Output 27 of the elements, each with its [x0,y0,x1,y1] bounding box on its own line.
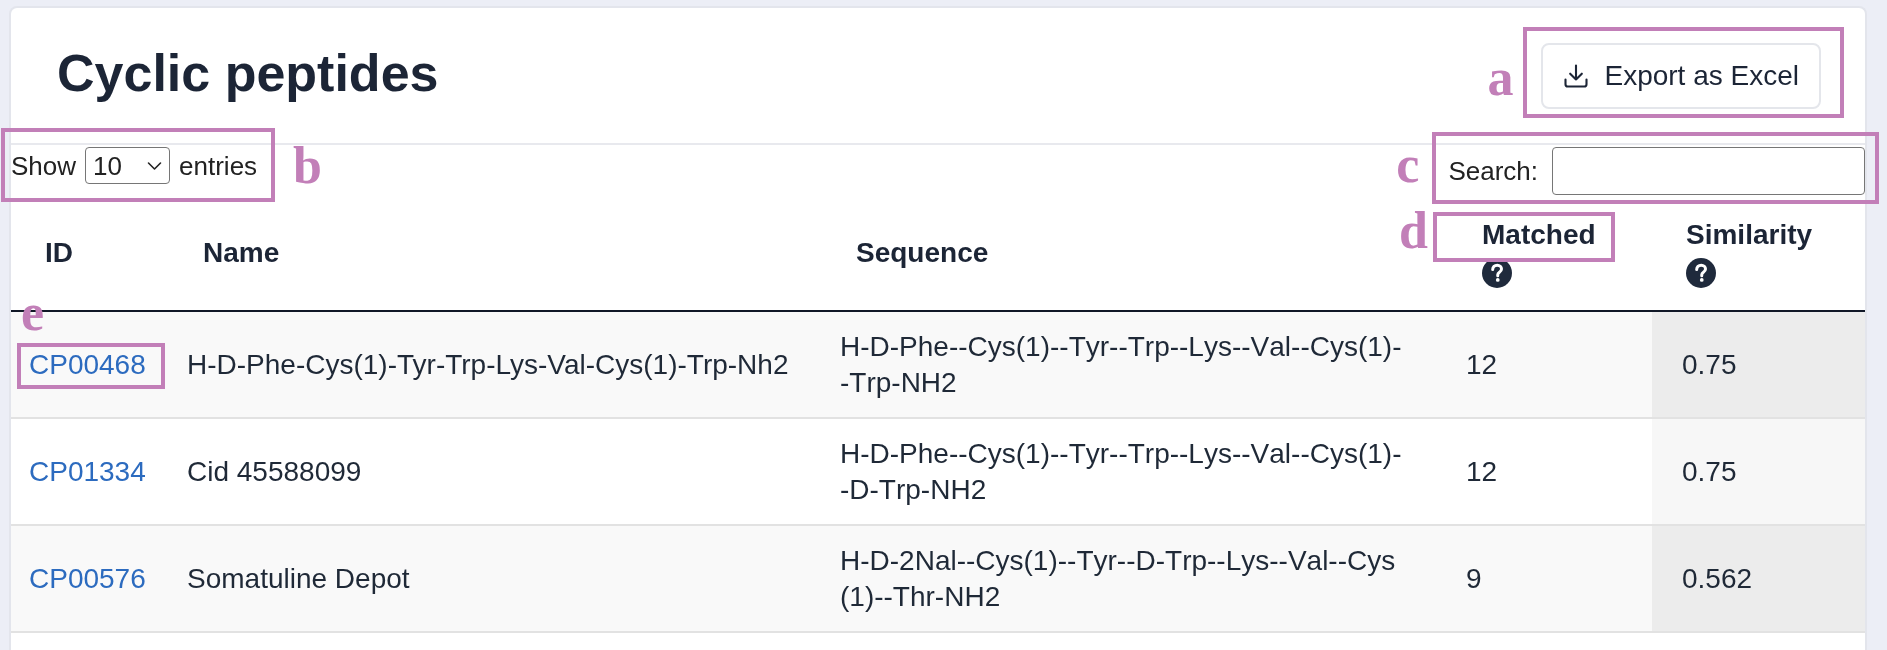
column-header[interactable]: ID [45,236,73,268]
length-label: Show [11,152,77,179]
page-title: Cyclic peptides [57,44,439,103]
length-label: entries [179,152,258,179]
export-button[interactable]: Export as Excel [1541,42,1821,109]
page-size-select[interactable]: 10 [85,147,171,184]
annotation-label: a [1487,51,1514,104]
id-link[interactable]: CP01334 [29,453,146,490]
table-cell: H-D-Phe--Cys(1)--Tyr--Trp--Lys--Val--Cys(1)--Trp-NH2 [822,312,1448,419]
table-cell: 0.75 [1652,312,1865,419]
table-cell: 12 [1448,312,1652,419]
table-cell: H-D-2Nal--Cys(1)--Tyr--D-Trp--Lys--Val--Cys(1)--Thr-NH2 [822,526,1448,633]
chevron-icon [147,160,163,171]
column-header[interactable]: Matched [1482,218,1596,250]
column-header[interactable]: Name [203,236,280,268]
search-label: Search: [1448,158,1538,184]
column-header[interactable]: Similarity [1686,218,1813,250]
table-cell: 9 [1448,526,1652,633]
table-cell: H-D-Phe-Cys(1)-Tyr-Trp-Lys-Val-Cys(1)-Trp-Nh2 [169,312,822,419]
search-field[interactable] [1552,147,1865,195]
annotation-label: c [1396,139,1420,191]
annotation-label: d [1399,204,1428,257]
column-header[interactable]: Sequence [856,236,989,268]
table-cell: 0.562 [1652,526,1865,633]
table-cell: Somatuline Depot [169,526,822,633]
annotation-label: b [293,140,322,192]
table-cell: 0.75 [1652,419,1865,526]
